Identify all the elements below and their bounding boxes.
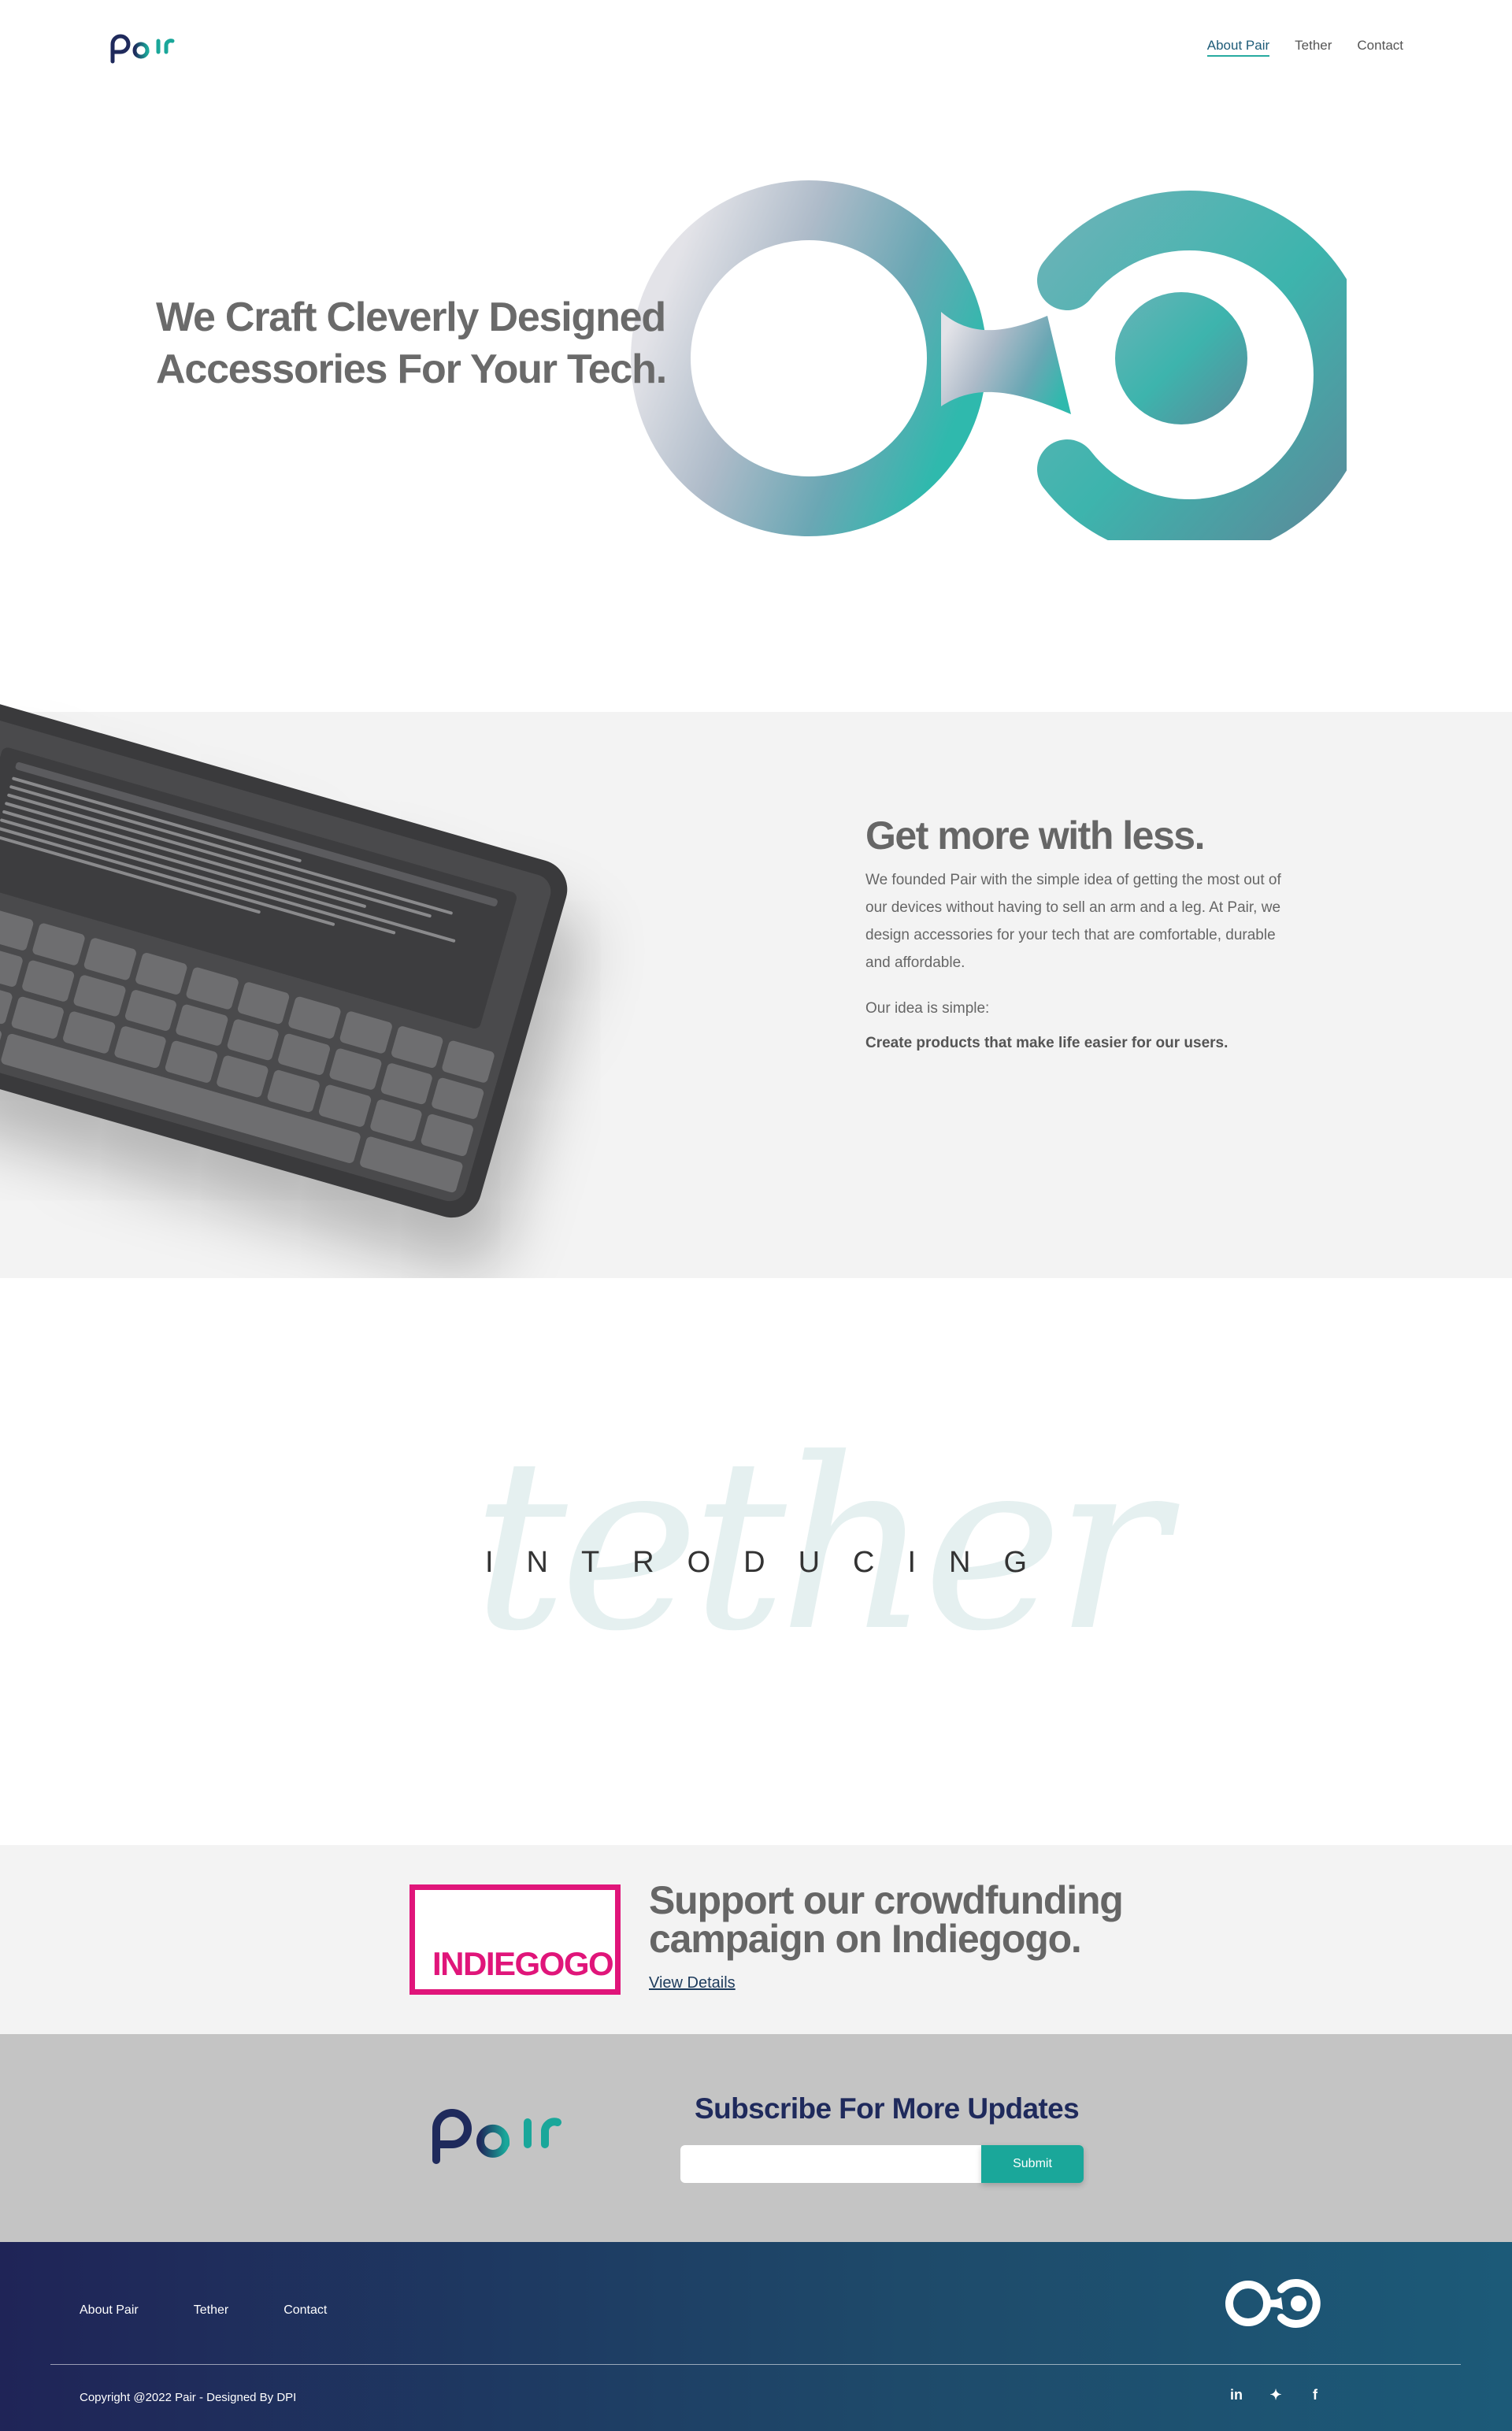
footer-divider (50, 2364, 1461, 2365)
linkedin-icon[interactable]: in (1228, 2387, 1244, 2403)
email-field[interactable] (680, 2145, 981, 2183)
nav-about-pair[interactable]: About Pair (1206, 38, 1270, 57)
social-links: in ✦ f (1228, 2387, 1323, 2403)
idea-text: Create products that make life easier fo… (865, 1035, 1228, 1051)
about-section: Get more with less. We founded Pair with… (0, 695, 1512, 1278)
header: About Pair Tether Contact (0, 0, 1512, 102)
subscribe-section: Subscribe For More Updates Submit (0, 2034, 1512, 2242)
footer-nav-tether[interactable]: Tether (194, 2303, 228, 2318)
hero-section: We Craft Cleverly Designed Accessories F… (0, 102, 1512, 712)
about-text: We founded Pair with the simple idea of … (865, 872, 1281, 971)
tether-mark-graphic (631, 180, 1347, 540)
subscribe-title: Subscribe For More Updates (695, 2092, 1080, 2125)
tablet-screen (0, 714, 555, 1206)
footer-nav-contact[interactable]: Contact (284, 2303, 327, 2318)
facebook-icon[interactable]: f (1307, 2387, 1323, 2403)
indiegogo-logo-text: INDIEGOGO. (432, 1945, 622, 1982)
introducing-section: tether INTRODUCING (0, 1278, 1512, 1845)
footer-nav-about-pair[interactable]: About Pair (80, 2303, 139, 2318)
pair-logo[interactable] (108, 30, 176, 68)
hero-title: We Craft Cleverly Designed Accessories F… (156, 295, 667, 392)
copyright-text: Copyright @2022 Pair - Designed By DPI (80, 2391, 297, 2404)
crowdfunding-section: INDIEGOGO. Support our crowdfunding camp… (0, 1845, 1512, 2034)
tablet-device (0, 695, 575, 1225)
submit-button[interactable]: Submit (981, 2145, 1084, 2183)
twitter-icon[interactable]: ✦ (1268, 2387, 1284, 2403)
crowdfunding-title: Support our crowdfunding campaign on Ind… (649, 1878, 1124, 1961)
tablet-keyboard-image (0, 695, 575, 1225)
tether-mark-icon (1225, 2279, 1321, 2328)
idea-label: Our idea is simple: (865, 1000, 990, 1017)
footer: About Pair Tether Contact Copyright @202… (0, 2242, 1512, 2431)
nav-tether[interactable]: Tether (1295, 38, 1332, 57)
main-nav: About Pair Tether Contact (1206, 38, 1403, 57)
introducing-heading: INTRODUCING (484, 1546, 1061, 1579)
nav-contact[interactable]: Contact (1357, 38, 1403, 57)
indiegogo-logo[interactable]: INDIEGOGO. (410, 1884, 622, 1995)
pair-logo-large (432, 2109, 561, 2164)
view-details-link[interactable]: View Details (649, 1974, 736, 1992)
footer-nav: About Pair Tether Contact (80, 2303, 327, 2318)
about-title: Get more with less. (865, 813, 1205, 858)
